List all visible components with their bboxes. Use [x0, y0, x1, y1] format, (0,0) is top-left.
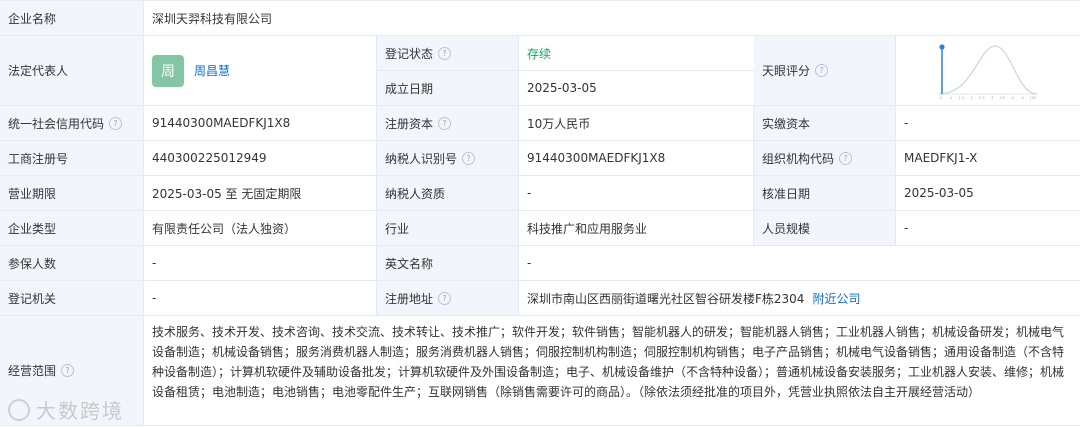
help-icon[interactable]: ? — [438, 116, 452, 130]
watermark-logo-icon — [8, 398, 30, 421]
row-business-scope: 经营范围 ? 技术服务、技术开发、技术咨询、技术交流、技术转让、技术推广；软件开… — [0, 316, 1080, 426]
chart-tick-label: 1 — [950, 96, 952, 100]
legal-rep-label: 法定代表人 — [0, 36, 144, 105]
insured-value: - — [144, 246, 377, 280]
help-icon[interactable]: ? — [61, 364, 75, 377]
reg-status-row: 登记状态 ? 存续 — [377, 36, 754, 71]
industry-label: 行业 — [377, 211, 519, 245]
help-icon[interactable]: ? — [109, 116, 123, 130]
company-type-label: 企业类型 — [0, 211, 144, 245]
org-code-label-cell: 组织机构代码 ? — [754, 141, 896, 175]
approve-date-value: 2025-03-05 — [896, 176, 1080, 210]
company-type-value: 有限责任公司（法人独资） — [144, 211, 377, 245]
legal-rep-name-link[interactable]: 周昌慧 — [194, 62, 230, 79]
staff-size-value: - — [896, 211, 1080, 245]
reg-status-value: 存续 — [519, 36, 754, 70]
authority-value: - — [144, 281, 377, 315]
reg-capital-label-cell: 注册资本 ? — [377, 106, 519, 140]
nearby-companies-link[interactable]: 附近公司 — [812, 290, 860, 307]
credit-code-label: 统一社会信用代码 — [8, 116, 105, 131]
taxpayer-label: 纳税人资质 — [377, 176, 519, 210]
term-value: 2025-03-05 至 无固定期限 — [144, 176, 377, 210]
help-icon[interactable]: ? — [462, 151, 476, 165]
credit-code-value: 91440300MAEDFKJ1X8 — [144, 106, 377, 140]
chart-tick-label: 3 — [991, 96, 993, 100]
scope-value: 技术服务、技术开发、技术咨询、技术交流、技术转让、技术推广；软件开发；软件销售；… — [144, 316, 1080, 425]
rating-bell-curve-chart: 0 1 1.5 2 2.5 3 3.5 4 5 100 — [938, 43, 1038, 100]
chart-tick-label: 1.5 — [959, 96, 965, 100]
company-info-table: 企业名称 深圳天羿科技有限公司 法定代表人 周 周昌慧 登记状态 ? 存续 成立… — [0, 0, 1080, 426]
row-biz-reg: 工商注册号 440300225012949 纳税人识别号 ? 91440300M… — [0, 141, 1080, 176]
reg-capital-value: 10万人民币 — [519, 106, 754, 140]
address-value: 深圳市南山区西丽街道曙光社区智谷研发楼F栋2304 — [527, 291, 805, 306]
address-label: 注册地址 — [385, 291, 434, 306]
row-credit-code: 统一社会信用代码 ? 91440300MAEDFKJ1X8 注册资本 ? 10万… — [0, 106, 1080, 141]
rating-chart-cell[interactable]: 0 1 1.5 2 2.5 3 3.5 4 5 100 — [896, 36, 1080, 105]
reg-status-label: 登记状态 — [385, 46, 434, 61]
watermark-text: 大数跨境 — [36, 399, 124, 423]
industry-value: 科技推广和应用服务业 — [519, 211, 754, 245]
approve-date-label: 核准日期 — [754, 176, 896, 210]
row-term: 营业期限 2025-03-05 至 无固定期限 纳税人资质 - 核准日期 202… — [0, 176, 1080, 211]
chart-tick-label: 2.5 — [979, 96, 985, 100]
rating-label: 天眼评分 — [762, 64, 811, 78]
found-date-row: 成立日期 2025-03-05 — [377, 71, 754, 105]
taxpayer-value: - — [519, 176, 754, 210]
biz-reg-label: 工商注册号 — [0, 141, 144, 175]
row-insured: 参保人数 - 英文名称 - — [0, 246, 1080, 281]
authority-label: 登记机关 — [0, 281, 144, 315]
tax-id-label: 纳税人识别号 — [385, 151, 458, 166]
company-name-value: 深圳天羿科技有限公司 — [144, 1, 1080, 35]
help-icon[interactable]: ? — [438, 46, 452, 60]
paid-capital-value: - — [896, 106, 1080, 140]
help-icon[interactable]: ? — [839, 151, 853, 165]
chart-tick-label: 0 — [940, 96, 943, 100]
row-company-type: 企业类型 有限责任公司（法人独资） 行业 科技推广和应用服务业 人员规模 - — [0, 211, 1080, 246]
biz-reg-value: 440300225012949 — [144, 141, 377, 175]
term-label: 营业期限 — [0, 176, 144, 210]
org-code-label: 组织机构代码 — [762, 151, 835, 166]
english-name-value: - — [519, 246, 1080, 280]
row-legal-rep: 法定代表人 周 周昌慧 登记状态 ? 存续 成立日期 2025-03-05 天眼… — [0, 36, 1080, 106]
found-date-value: 2025-03-05 — [519, 71, 754, 105]
paid-capital-label: 实缴资本 — [754, 106, 896, 140]
row-company-name: 企业名称 深圳天羿科技有限公司 — [0, 1, 1080, 36]
english-name-label: 英文名称 — [377, 246, 519, 280]
reg-capital-label: 注册资本 — [385, 116, 434, 131]
watermark: 大数跨境 — [8, 395, 124, 424]
row-authority: 登记机关 - 注册地址 ? 深圳市南山区西丽街道曙光社区智谷研发楼F栋2304 … — [0, 281, 1080, 316]
address-label-cell: 注册地址 ? — [377, 281, 519, 315]
rating-label-cell: 天眼评分 ? — [754, 36, 896, 105]
tax-id-value: 91440300MAEDFKJ1X8 — [519, 141, 754, 175]
tax-id-label-cell: 纳税人识别号 ? — [377, 141, 519, 175]
chart-tick-label: 2 — [971, 96, 973, 100]
status-date-group: 登记状态 ? 存续 成立日期 2025-03-05 — [377, 36, 754, 105]
address-value-cell: 深圳市南山区西丽街道曙光社区智谷研发楼F栋2304 附近公司 — [519, 281, 1080, 315]
score-marker-dot — [939, 43, 945, 50]
chart-tick-label: 4 — [1011, 96, 1014, 100]
chart-tick-label: 3.5 — [999, 96, 1005, 100]
legal-rep-cell: 周 周昌慧 — [144, 36, 377, 105]
credit-code-label-cell: 统一社会信用代码 ? — [0, 106, 144, 140]
help-icon[interactable]: ? — [815, 64, 829, 77]
help-icon[interactable]: ? — [438, 291, 452, 305]
staff-size-label: 人员规模 — [754, 211, 896, 245]
chart-tick-label: 100 — [1030, 96, 1038, 100]
scope-label: 经营范围 — [8, 364, 57, 378]
org-code-value: MAEDFKJ1-X — [896, 141, 1080, 175]
avatar[interactable]: 周 — [152, 54, 184, 87]
company-name-label: 企业名称 — [0, 1, 144, 35]
chart-tick-label: 5 — [1022, 96, 1024, 100]
insured-label: 参保人数 — [0, 246, 144, 280]
reg-status-label-cell: 登记状态 ? — [377, 36, 519, 70]
found-date-label: 成立日期 — [377, 71, 519, 105]
bell-curve — [938, 44, 1038, 95]
